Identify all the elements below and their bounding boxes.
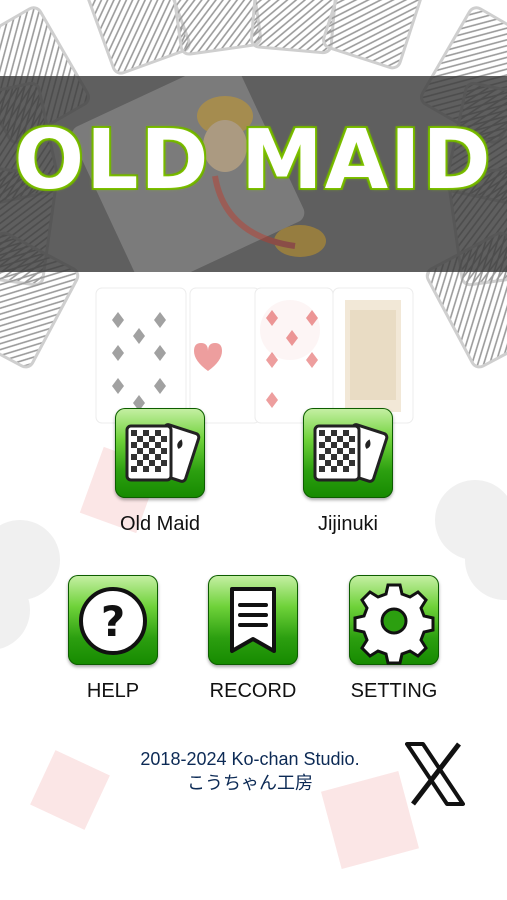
svg-text:?: ? — [101, 597, 125, 646]
setting-button[interactable] — [349, 575, 439, 665]
copyright-line: 2018-2024 Ko-chan Studio. — [140, 749, 360, 769]
gear-icon — [353, 583, 435, 665]
copyright-text: 2018-2024 Ko-chan Studio. こうちゃん工房 — [100, 747, 400, 795]
game-title: OLD MAID — [14, 113, 493, 208]
old-maid-button[interactable] — [115, 408, 205, 498]
setting-label: SETTING — [350, 680, 438, 702]
help-label: HELP — [86, 680, 140, 702]
x-logo-icon[interactable] — [405, 742, 465, 806]
card-deck-icon — [125, 423, 201, 483]
record-icon — [230, 587, 276, 653]
record-button[interactable] — [208, 575, 298, 665]
help-button[interactable]: ? — [68, 575, 158, 665]
old-maid-label: Old Maid — [119, 513, 201, 535]
studio-name-jp: こうちゃん工房 — [187, 773, 313, 793]
jijinuki-button[interactable] — [303, 408, 393, 498]
card-deck-icon — [313, 423, 389, 483]
jijinuki-label: Jijinuki — [317, 513, 379, 535]
question-icon: ? — [79, 587, 147, 655]
record-label: RECORD — [209, 680, 297, 702]
